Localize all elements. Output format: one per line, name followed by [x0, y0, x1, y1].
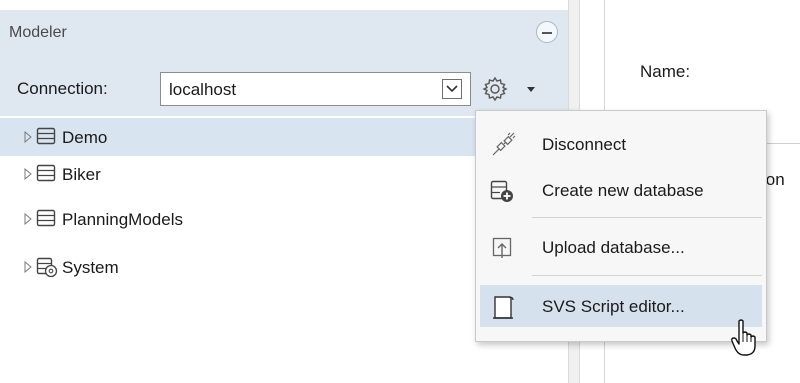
chevron-down-icon: [446, 85, 458, 93]
connection-select[interactable]: localhost: [160, 72, 471, 106]
menu-item-label: SVS Script editor...: [542, 297, 685, 316]
hand-pointer-cursor-icon: [731, 319, 756, 356]
create-database-icon: [490, 180, 513, 202]
menu-item-upload-database[interactable]: Upload database...: [480, 226, 762, 268]
connection-row: Connection: localhost: [0, 56, 568, 116]
upload-icon: [492, 237, 512, 258]
expand-arrow-icon[interactable]: [24, 168, 32, 180]
system-database-icon: [36, 257, 58, 278]
database-icon: [36, 209, 56, 227]
menu-item-create-database[interactable]: Create new database: [480, 169, 762, 211]
collapse-button[interactable]: [536, 21, 558, 43]
menu-separator: [532, 275, 762, 276]
disconnect-plug-icon: [492, 132, 516, 156]
menu-separator: [532, 217, 762, 218]
menu-item-label: Create new database: [542, 181, 704, 200]
menu-item-label: Upload database...: [542, 238, 685, 257]
expand-arrow-icon[interactable]: [24, 213, 32, 225]
tree-item-label: Demo: [62, 128, 108, 147]
connection-value: localhost: [169, 80, 237, 99]
connection-context-menu: Disconnect Create new database Upload da…: [475, 110, 767, 342]
settings-menu-button[interactable]: [478, 70, 558, 108]
expand-arrow-icon[interactable]: [24, 131, 32, 143]
name-label: Name:: [640, 62, 691, 81]
tree-item-label: Biker: [62, 165, 101, 184]
expand-arrow-icon[interactable]: [24, 261, 32, 273]
menu-item-disconnect[interactable]: Disconnect: [480, 123, 762, 165]
menu-item-label: Disconnect: [542, 135, 627, 154]
dropdown-arrow-button[interactable]: [442, 79, 462, 99]
field-separator: [765, 143, 800, 144]
panel-title: Modeler: [9, 24, 67, 41]
tree-item-label: System: [62, 258, 119, 277]
panel-header: Modeler: [0, 10, 568, 56]
caret-down-icon: [527, 87, 535, 92]
database-icon: [36, 164, 56, 182]
script-scroll-icon: [493, 296, 514, 319]
database-icon: [36, 127, 56, 145]
gear-icon: [482, 76, 508, 102]
tree-item-label: PlanningModels: [62, 210, 183, 229]
menu-item-svs-script-editor[interactable]: SVS Script editor...: [480, 285, 762, 327]
connection-label: Connection:: [17, 79, 108, 98]
